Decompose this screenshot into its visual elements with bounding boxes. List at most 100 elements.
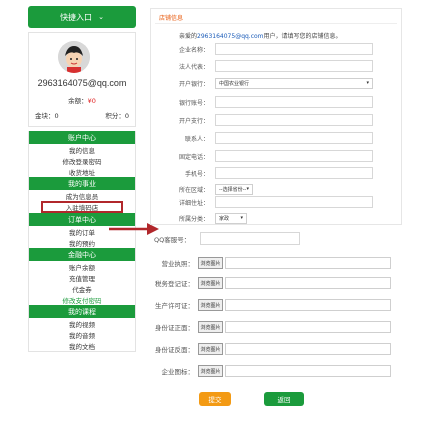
menu-group-career: 我的事业 — [29, 177, 135, 190]
phone-input[interactable] — [215, 150, 373, 162]
id-front-label: 身份证正面： — [155, 324, 194, 332]
sidebar-item-my-audio[interactable]: 我的音频 — [29, 329, 135, 340]
user-stats: 金块：0 积分：0 — [35, 110, 129, 120]
browse-button-company-logo[interactable]: 浏览图片 — [198, 365, 223, 377]
region-selected: --选择省份-- — [219, 186, 247, 193]
bank-account-label: 银行账号： — [178, 99, 209, 107]
browse-button-id-front[interactable]: 浏览图片 — [198, 321, 223, 333]
tax-certificate-label: 税务登记证： — [155, 280, 194, 288]
mobile-label: 手机号： — [184, 170, 209, 178]
gold-stat: 金块：0 — [35, 110, 59, 120]
row-company-name: 企业名称： — [151, 42, 373, 56]
qq-input[interactable] — [200, 232, 300, 245]
mobile-input[interactable] — [215, 167, 373, 179]
upload-field-business-license[interactable] — [225, 257, 391, 269]
branch-input[interactable] — [215, 114, 373, 126]
section-divider — [155, 23, 397, 24]
region-label: 所在区域： — [178, 186, 209, 194]
row-region: 所在区域： --选择省份-- ▾ — [151, 182, 253, 196]
bank-label: 开户银行： — [178, 80, 209, 88]
menu-group-account: 账户中心 — [29, 131, 135, 144]
legal-rep-label: 法人代表： — [178, 63, 209, 71]
balance-value: ¥0 — [87, 97, 96, 105]
balance: 余额：¥0 — [29, 95, 135, 105]
category-label: 所属分类： — [178, 215, 209, 223]
greeting-email: 2963164075@qq.com — [197, 33, 264, 40]
sidebar-item-join-store[interactable]: 入驻填码店 — [41, 201, 123, 213]
qq-label: QQ客服号： — [154, 235, 191, 244]
sidebar-menu: 账户中心 我的信息 修改登录密码 收货地址 我的事业 成为信息员 入驻填码店 订… — [28, 131, 136, 352]
sidebar: 快捷入口 ⌄ 2963164075@qq.com 余额：¥0 金块：0 积分：0… — [28, 6, 136, 352]
company-name-label: 企业名称： — [178, 46, 209, 54]
upload-field-production-license[interactable] — [225, 299, 391, 311]
legal-rep-input[interactable] — [215, 60, 373, 72]
row-qq: QQ客服号： — [154, 232, 300, 245]
row-tax-certificate: 税务登记证： 浏览图片 — [150, 276, 391, 290]
menu-group-finance: 金融中心 — [29, 248, 135, 261]
back-button[interactable]: 返回 — [264, 392, 304, 406]
bank-selected: 中国农业银行 — [219, 80, 250, 87]
bank-account-input[interactable] — [215, 96, 373, 108]
contact-input[interactable] — [215, 132, 373, 144]
balance-label: 余额： — [68, 97, 88, 105]
gold-value: 0 — [54, 112, 59, 120]
section-title: 店铺信息 — [159, 15, 184, 22]
sidebar-item-shipping-address[interactable]: 收货地址 — [29, 166, 135, 177]
sidebar-item-my-info[interactable]: 我的信息 — [29, 144, 135, 155]
sidebar-item-my-documents[interactable]: 我的文档 — [29, 340, 135, 351]
chevron-down-icon: ⌄ — [98, 13, 104, 21]
chevron-down-icon: ▾ — [240, 215, 243, 221]
row-branch: 开户支行： — [151, 113, 373, 127]
points-value: 0 — [124, 112, 129, 120]
menu-group-courses: 我的课程 — [29, 305, 135, 318]
row-address: 详细住址： — [151, 195, 373, 209]
upload-field-id-back[interactable] — [225, 343, 391, 355]
chevron-down-icon: ▾ — [246, 186, 249, 192]
category-selected: 家政 — [219, 215, 230, 222]
row-mobile: 手机号： — [151, 166, 373, 180]
row-bank-account: 银行账号： — [151, 95, 373, 109]
row-id-back: 身份证反面： 浏览图片 — [150, 342, 391, 356]
browse-button-business-license[interactable]: 浏览图片 — [198, 257, 223, 269]
greeting-prefix: 亲爱的 — [179, 33, 198, 40]
user-card: 2963164075@qq.com 余额：¥0 金块：0 积分：0 — [28, 32, 136, 127]
row-production-license: 生产许可证： 浏览图片 — [150, 298, 391, 312]
address-label: 详细住址： — [178, 199, 209, 207]
browse-button-production-license[interactable]: 浏览图片 — [198, 299, 223, 311]
bank-select[interactable]: 中国农业银行 ▾ — [215, 77, 373, 89]
id-back-label: 身份证反面： — [155, 346, 194, 354]
sidebar-item-become-informant[interactable]: 成为信息员 — [29, 190, 135, 201]
category-select[interactable]: 家政 ▾ — [215, 212, 247, 224]
region-select[interactable]: --选择省份-- ▾ — [215, 183, 253, 195]
sidebar-item-vouchers[interactable]: 代金券 — [29, 283, 135, 294]
upload-field-company-logo[interactable] — [225, 365, 391, 377]
greeting-text: 亲爱的2963164075@qq.com用户，请填写您的店铺信息。 — [179, 31, 342, 40]
browse-button-id-back[interactable]: 浏览图片 — [198, 343, 223, 355]
row-business-license: 营业执照： 浏览图片 — [150, 256, 391, 270]
phone-label: 固定电话： — [178, 153, 209, 161]
sidebar-item-account-balance[interactable]: 账户余额 — [29, 261, 135, 272]
sidebar-item-recharge[interactable]: 充值管理 — [29, 272, 135, 283]
address-input[interactable] — [215, 196, 373, 208]
points-label: 积分： — [105, 112, 125, 120]
contact-label: 联系人： — [184, 135, 209, 143]
points-stat: 积分：0 — [105, 110, 129, 120]
sidebar-item-my-videos[interactable]: 我的视频 — [29, 318, 135, 329]
gold-label: 金块： — [35, 112, 55, 120]
row-contact: 联系人： — [151, 131, 373, 145]
row-id-front: 身份证正面： 浏览图片 — [150, 320, 391, 334]
row-category: 所属分类： 家政 ▾ — [151, 211, 247, 225]
browse-button-tax-certificate[interactable]: 浏览图片 — [198, 277, 223, 289]
submit-button[interactable]: 提交 — [199, 392, 231, 406]
row-phone: 固定电话： — [151, 149, 373, 163]
company-name-input[interactable] — [215, 43, 373, 55]
sidebar-item-my-appointments[interactable]: 我的预约 — [29, 237, 135, 248]
quick-entry-button[interactable]: 快捷入口 ⌄ — [28, 6, 136, 28]
upload-field-tax-certificate[interactable] — [225, 277, 391, 289]
upload-field-id-front[interactable] — [225, 321, 391, 333]
username: 2963164075@qq.com — [37, 78, 127, 88]
sidebar-item-change-pay-password[interactable]: 修改支付密码 — [29, 294, 135, 305]
business-license-label: 营业执照： — [161, 260, 195, 268]
sidebar-item-change-login-password[interactable]: 修改登录密码 — [29, 155, 135, 166]
greeting-suffix: 用户，请填写您的店铺信息。 — [263, 33, 342, 40]
